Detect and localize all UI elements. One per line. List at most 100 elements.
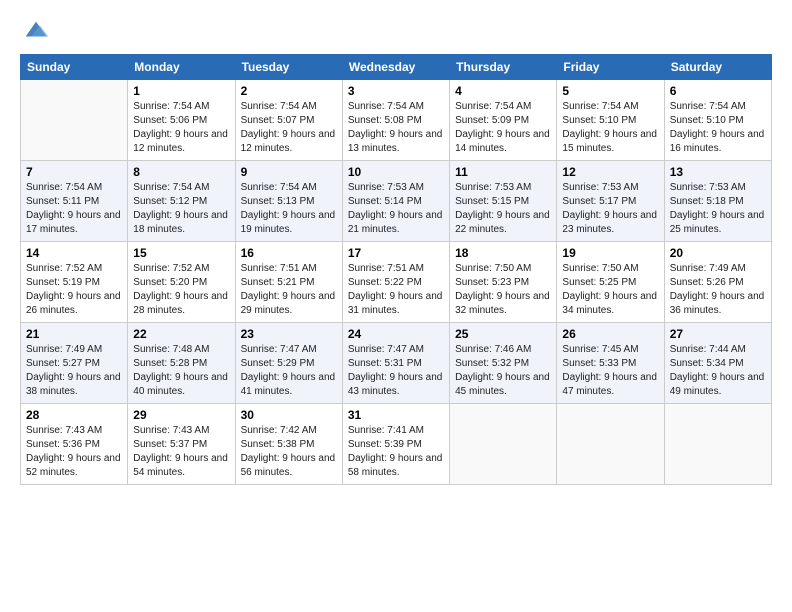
day-number: 14 (26, 246, 122, 260)
day-info: Sunrise: 7:54 AMSunset: 5:08 PMDaylight:… (348, 100, 444, 156)
day-number: 30 (241, 408, 337, 422)
day-info: Sunrise: 7:41 AMSunset: 5:39 PMDaylight:… (348, 424, 444, 480)
day-info: Sunrise: 7:51 AMSunset: 5:22 PMDaylight:… (348, 262, 444, 318)
day-info: Sunrise: 7:52 AMSunset: 5:19 PMDaylight:… (26, 262, 122, 318)
day-info: Sunrise: 7:50 AMSunset: 5:25 PMDaylight:… (562, 262, 658, 318)
day-number: 8 (133, 165, 229, 179)
day-info: Sunrise: 7:54 AMSunset: 5:11 PMDaylight:… (26, 181, 122, 237)
day-number: 1 (133, 84, 229, 98)
calendar-cell: 11 Sunrise: 7:53 AMSunset: 5:15 PMDayligh… (450, 161, 557, 242)
calendar-cell: 13 Sunrise: 7:53 AMSunset: 5:18 PMDayligh… (664, 161, 771, 242)
weekday-header-tuesday: Tuesday (235, 55, 342, 80)
day-number: 20 (670, 246, 766, 260)
day-info: Sunrise: 7:54 AMSunset: 5:09 PMDaylight:… (455, 100, 551, 156)
calendar-cell: 22 Sunrise: 7:48 AMSunset: 5:28 PMDayligh… (128, 323, 235, 404)
day-info: Sunrise: 7:42 AMSunset: 5:38 PMDaylight:… (241, 424, 337, 480)
calendar-cell (450, 404, 557, 485)
weekday-header-thursday: Thursday (450, 55, 557, 80)
calendar-cell: 1 Sunrise: 7:54 AMSunset: 5:06 PMDaylight… (128, 80, 235, 161)
day-number: 21 (26, 327, 122, 341)
calendar-cell: 15 Sunrise: 7:52 AMSunset: 5:20 PMDayligh… (128, 242, 235, 323)
calendar-cell: 24Sunrise: 7:47 AMSunset: 5:31 PMDayligh… (342, 323, 449, 404)
calendar-cell: 21 Sunrise: 7:49 AMSunset: 5:27 PMDayligh… (21, 323, 128, 404)
day-info: Sunrise: 7:50 AMSunset: 5:23 PMDaylight:… (455, 262, 551, 318)
calendar-cell: 27 Sunrise: 7:44 AMSunset: 5:34 PMDayligh… (664, 323, 771, 404)
calendar-cell: 2 Sunrise: 7:54 AMSunset: 5:07 PMDaylight… (235, 80, 342, 161)
day-number: 29 (133, 408, 229, 422)
day-number: 24 (348, 327, 444, 341)
day-info: Sunrise: 7:49 AMSunset: 5:26 PMDaylight:… (670, 262, 766, 318)
day-info: Sunrise: 7:49 AMSunset: 5:27 PMDaylight:… (26, 343, 122, 399)
calendar-cell: 17 Sunrise: 7:51 AMSunset: 5:22 PMDayligh… (342, 242, 449, 323)
calendar-week-row: 14 Sunrise: 7:52 AMSunset: 5:19 PMDayligh… (21, 242, 772, 323)
day-number: 16 (241, 246, 337, 260)
calendar-cell: 23 Sunrise: 7:47 AMSunset: 5:29 PMDayligh… (235, 323, 342, 404)
calendar-cell (664, 404, 771, 485)
day-info: Sunrise: 7:51 AMSunset: 5:21 PMDaylight:… (241, 262, 337, 318)
day-info: Sunrise: 7:54 AMSunset: 5:06 PMDaylight:… (133, 100, 229, 156)
day-number: 5 (562, 84, 658, 98)
calendar-week-row: 28Sunrise: 7:43 AMSunset: 5:36 PMDayligh… (21, 404, 772, 485)
calendar-cell: 6Sunrise: 7:54 AMSunset: 5:10 PMDaylight… (664, 80, 771, 161)
calendar-cell (557, 404, 664, 485)
day-number: 9 (241, 165, 337, 179)
day-number: 2 (241, 84, 337, 98)
day-number: 7 (26, 165, 122, 179)
day-number: 31 (348, 408, 444, 422)
day-number: 17 (348, 246, 444, 260)
day-number: 19 (562, 246, 658, 260)
logo-icon (22, 16, 50, 44)
page: SundayMondayTuesdayWednesdayThursdayFrid… (0, 0, 792, 612)
day-number: 22 (133, 327, 229, 341)
day-info: Sunrise: 7:53 AMSunset: 5:18 PMDaylight:… (670, 181, 766, 237)
day-info: Sunrise: 7:43 AMSunset: 5:37 PMDaylight:… (133, 424, 229, 480)
weekday-header-monday: Monday (128, 55, 235, 80)
day-info: Sunrise: 7:54 AMSunset: 5:12 PMDaylight:… (133, 181, 229, 237)
day-info: Sunrise: 7:48 AMSunset: 5:28 PMDaylight:… (133, 343, 229, 399)
calendar-cell: 30 Sunrise: 7:42 AMSunset: 5:38 PMDayligh… (235, 404, 342, 485)
header (20, 16, 772, 44)
calendar-week-row: 1 Sunrise: 7:54 AMSunset: 5:06 PMDaylight… (21, 80, 772, 161)
day-info: Sunrise: 7:52 AMSunset: 5:20 PMDaylight:… (133, 262, 229, 318)
day-number: 11 (455, 165, 551, 179)
day-info: Sunrise: 7:44 AMSunset: 5:34 PMDaylight:… (670, 343, 766, 399)
calendar-cell: 31 Sunrise: 7:41 AMSunset: 5:39 PMDayligh… (342, 404, 449, 485)
day-info: Sunrise: 7:54 AMSunset: 5:10 PMDaylight:… (670, 100, 766, 156)
weekday-header-saturday: Saturday (664, 55, 771, 80)
day-number: 3 (348, 84, 444, 98)
day-info: Sunrise: 7:54 AMSunset: 5:07 PMDaylight:… (241, 100, 337, 156)
calendar-header-row: SundayMondayTuesdayWednesdayThursdayFrid… (21, 55, 772, 80)
calendar-cell: 3 Sunrise: 7:54 AMSunset: 5:08 PMDaylight… (342, 80, 449, 161)
calendar-cell: 26Sunrise: 7:45 AMSunset: 5:33 PMDayligh… (557, 323, 664, 404)
calendar-cell: 9 Sunrise: 7:54 AMSunset: 5:13 PMDaylight… (235, 161, 342, 242)
calendar-week-row: 7 Sunrise: 7:54 AMSunset: 5:11 PMDaylight… (21, 161, 772, 242)
calendar-cell (21, 80, 128, 161)
calendar-cell: 12 Sunrise: 7:53 AMSunset: 5:17 PMDayligh… (557, 161, 664, 242)
logo (20, 16, 50, 44)
day-number: 13 (670, 165, 766, 179)
calendar-cell: 10Sunrise: 7:53 AMSunset: 5:14 PMDayligh… (342, 161, 449, 242)
calendar-week-row: 21 Sunrise: 7:49 AMSunset: 5:27 PMDayligh… (21, 323, 772, 404)
calendar-cell: 28Sunrise: 7:43 AMSunset: 5:36 PMDayligh… (21, 404, 128, 485)
weekday-header-wednesday: Wednesday (342, 55, 449, 80)
day-number: 15 (133, 246, 229, 260)
calendar-cell: 4 Sunrise: 7:54 AMSunset: 5:09 PMDaylight… (450, 80, 557, 161)
calendar-cell: 8 Sunrise: 7:54 AMSunset: 5:12 PMDaylight… (128, 161, 235, 242)
day-info: Sunrise: 7:54 AMSunset: 5:10 PMDaylight:… (562, 100, 658, 156)
day-number: 23 (241, 327, 337, 341)
day-info: Sunrise: 7:47 AMSunset: 5:29 PMDaylight:… (241, 343, 337, 399)
day-number: 27 (670, 327, 766, 341)
calendar-cell: 25Sunrise: 7:46 AMSunset: 5:32 PMDayligh… (450, 323, 557, 404)
day-info: Sunrise: 7:43 AMSunset: 5:36 PMDaylight:… (26, 424, 122, 480)
weekday-header-friday: Friday (557, 55, 664, 80)
day-info: Sunrise: 7:46 AMSunset: 5:32 PMDaylight:… (455, 343, 551, 399)
day-number: 4 (455, 84, 551, 98)
calendar-cell: 20 Sunrise: 7:49 AMSunset: 5:26 PMDayligh… (664, 242, 771, 323)
day-info: Sunrise: 7:53 AMSunset: 5:15 PMDaylight:… (455, 181, 551, 237)
calendar-cell: 16 Sunrise: 7:51 AMSunset: 5:21 PMDayligh… (235, 242, 342, 323)
calendar-cell: 14 Sunrise: 7:52 AMSunset: 5:19 PMDayligh… (21, 242, 128, 323)
day-info: Sunrise: 7:53 AMSunset: 5:17 PMDaylight:… (562, 181, 658, 237)
day-info: Sunrise: 7:54 AMSunset: 5:13 PMDaylight:… (241, 181, 337, 237)
day-number: 12 (562, 165, 658, 179)
calendar-table: SundayMondayTuesdayWednesdayThursdayFrid… (20, 54, 772, 485)
